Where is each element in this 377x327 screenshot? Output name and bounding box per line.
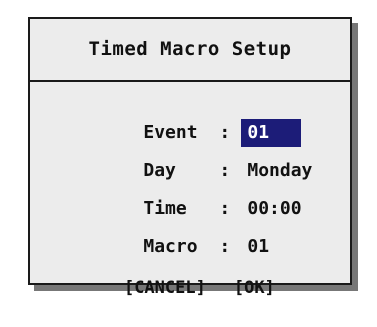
dialog-title: Timed Macro Setup xyxy=(88,38,292,60)
cancel-button[interactable]: [CANCEL] xyxy=(124,275,206,301)
title-divider xyxy=(30,80,350,82)
time-row[interactable]: Time:00:00 xyxy=(100,167,308,219)
ok-button[interactable]: [OK] xyxy=(234,275,275,301)
timed-macro-setup-dialog: Timed Macro Setup Event:01 Day: Monday Ti… xyxy=(28,17,352,298)
dialog-buttons: [CANCEL] [OK] xyxy=(83,249,275,298)
macro-row[interactable]: Macro:01 xyxy=(100,205,275,257)
day-row[interactable]: Day: Monday xyxy=(100,129,318,181)
event-row[interactable]: Event:01 xyxy=(100,91,302,147)
